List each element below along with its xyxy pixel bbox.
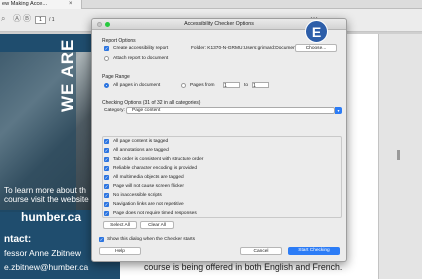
clear-all-button[interactable]: Clear All	[140, 221, 174, 229]
help-button[interactable]: Help	[99, 247, 141, 255]
pages-from-input[interactable]: 1	[223, 82, 240, 89]
page-total: / 1	[49, 17, 55, 23]
page-down-icon[interactable]: Ⓑ	[23, 14, 31, 24]
document-body-text: course is being offered in both English …	[144, 262, 343, 272]
pages-from-radio[interactable]	[181, 83, 186, 88]
promo-website: humber.ca	[21, 210, 82, 224]
check-item-label: All annotations are tagged	[113, 148, 169, 153]
start-checking-button[interactable]: Start Checking	[288, 247, 340, 255]
check-item-checkbox[interactable]: ✓	[104, 193, 109, 198]
check-item-label: Reliable character encoding is provided	[113, 166, 197, 171]
pages-to-input[interactable]: 1	[252, 82, 269, 89]
cancel-button[interactable]: Cancel	[240, 247, 282, 255]
scroll-area[interactable]	[378, 34, 422, 279]
tab-close-icon[interactable]: ×	[69, 0, 73, 9]
check-item-label: All multimedia objects are tagged	[113, 175, 184, 180]
checking-options-label: Checking Options (31 of 32 in all catego…	[102, 100, 201, 106]
promo-contact-name: fessor Anne Zbitnew	[4, 248, 82, 258]
window-close-icon[interactable]	[97, 22, 102, 27]
create-report-checkbox[interactable]: ✓	[104, 46, 109, 51]
all-pages-radio[interactable]	[104, 83, 109, 88]
we-are-heading: WE ARE	[58, 38, 77, 112]
promo-contact-label: ntact:	[4, 234, 32, 245]
scroll-gripper-icon[interactable]	[397, 150, 400, 160]
show-dialog-label: Show this dialog when the Checker starts	[107, 237, 195, 242]
promo-line-1: To learn more about th	[4, 186, 86, 195]
check-item-label: Page will not cause screen flicker	[113, 184, 184, 189]
check-item-checkbox[interactable]: ✓	[104, 184, 109, 189]
check-item-label: Tab order is consistent with structure o…	[113, 157, 204, 162]
promo-contact-email: e.zbitnew@humber.ca	[4, 262, 89, 272]
dialog-title: Accessibility Checker Options	[184, 21, 254, 27]
check-item-checkbox[interactable]: ✓	[104, 166, 109, 171]
accessibility-checker-dialog: Accessibility Checker Options Report Opt…	[91, 18, 347, 262]
check-item-checkbox[interactable]: ✓	[104, 157, 109, 162]
search-icon[interactable]: ⌕	[1, 14, 5, 24]
check-item-label: Navigation links are not repetitive	[113, 202, 184, 207]
tab-strip: ew Making Acce... ×	[0, 0, 422, 9]
folder-path: Folder: K1370-N-GRMU:Users:grimard:Docum…	[191, 46, 301, 51]
check-item-label: Page does not require timed responses	[113, 211, 197, 216]
window-zoom-icon[interactable]	[105, 22, 110, 27]
attach-report-radio[interactable]	[104, 56, 109, 61]
tab-title: ew Making Acce...	[2, 1, 48, 7]
step-badge: E	[305, 20, 328, 43]
pages-to-label: to	[244, 83, 249, 88]
category-label: Category:	[104, 108, 125, 113]
show-dialog-checkbox[interactable]: ✓	[99, 237, 104, 242]
check-item-checkbox[interactable]: ✓	[104, 211, 109, 216]
promo-line-2: course visit the website	[4, 195, 89, 204]
check-item-checkbox[interactable]: ✓	[104, 175, 109, 180]
choose-folder-button[interactable]: Choose...	[295, 44, 337, 52]
page-range-label: Page Range	[102, 74, 130, 80]
category-dropdown-icon[interactable]: ▾	[335, 107, 342, 114]
report-options-label: Report Options	[102, 38, 136, 44]
create-report-label: Create accessibility report	[113, 46, 169, 51]
check-item-label: No inaccessible scripts	[113, 193, 162, 198]
check-item-checkbox[interactable]: ✓	[104, 139, 109, 144]
check-item-label: All page content is tagged	[113, 139, 169, 144]
check-item-checkbox[interactable]: ✓	[104, 148, 109, 153]
pages-from-label: Pages from	[190, 83, 215, 88]
check-item-checkbox[interactable]: ✓	[104, 202, 109, 207]
attach-report-label: Attach report to document	[113, 56, 169, 61]
category-value: Page content	[132, 108, 161, 113]
page-number-input[interactable]: 1	[35, 16, 46, 24]
page-up-icon[interactable]: Ⓐ	[13, 14, 21, 24]
all-pages-label: All pages in document	[113, 83, 161, 88]
select-all-button[interactable]: Select All	[103, 221, 137, 229]
